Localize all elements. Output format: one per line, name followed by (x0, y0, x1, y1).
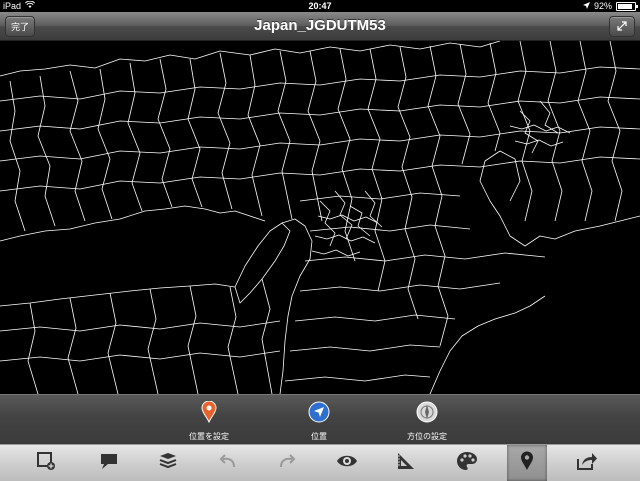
fullscreen-button[interactable] (609, 16, 635, 37)
edit-layer-icon (36, 451, 56, 476)
map-pin-icon (201, 400, 217, 428)
set-position-button[interactable]: 位置を設定 (169, 400, 249, 442)
undo-button[interactable] (208, 445, 248, 481)
status-bar: iPad 20:47 92% (0, 0, 640, 12)
share-icon (576, 451, 598, 476)
style-button[interactable] (447, 445, 487, 481)
ruler-triangle-icon (396, 451, 416, 476)
layers-icon (158, 451, 178, 476)
set-direction-label: 方位の設定 (407, 432, 447, 441)
redo-icon (277, 451, 297, 476)
palette-icon (456, 451, 478, 476)
comment-icon (99, 451, 119, 476)
expand-icon (617, 20, 627, 33)
municipal-boundaries (0, 41, 640, 394)
edit-layer-button[interactable] (26, 445, 66, 481)
visibility-button[interactable] (327, 445, 367, 481)
location-pin-icon (520, 451, 534, 476)
bottom-toolbar (0, 444, 640, 481)
status-time: 20:47 (308, 1, 332, 11)
measure-button[interactable] (386, 445, 426, 481)
map-view[interactable] (0, 41, 640, 394)
page-title: Japan_JGDUTM53 (254, 17, 386, 34)
undo-icon (218, 451, 238, 476)
comment-button[interactable] (89, 445, 129, 481)
compass-icon (416, 401, 438, 428)
set-direction-button[interactable]: 方位の設定 (387, 401, 467, 442)
location-action-bar: 位置を設定 位置 方位の設定 (0, 394, 640, 445)
navigation-bar: 完了 Japan_JGDUTM53 (0, 12, 640, 41)
location-pin-button[interactable] (507, 445, 547, 481)
battery-icon (616, 1, 638, 11)
set-position-label: 位置を設定 (189, 432, 229, 441)
position-label: 位置 (311, 432, 327, 441)
battery-percent: 92% (593, 1, 612, 11)
map-canvas[interactable] (0, 41, 640, 394)
eye-icon (336, 451, 358, 476)
layers-button[interactable] (148, 445, 188, 481)
redo-button[interactable] (267, 445, 307, 481)
position-button[interactable]: 位置 (279, 401, 359, 442)
locate-arrow-icon (308, 401, 330, 428)
location-arrow-icon (582, 0, 590, 12)
share-button[interactable] (567, 445, 607, 481)
